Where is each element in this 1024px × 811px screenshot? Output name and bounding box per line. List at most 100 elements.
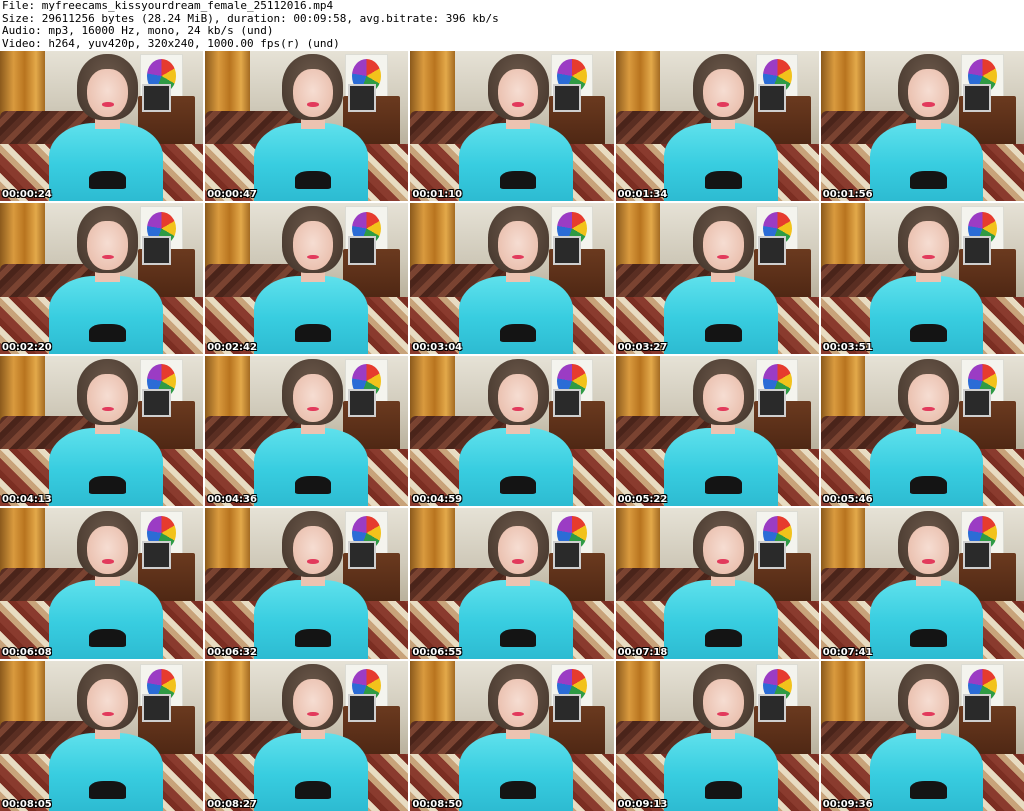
monitor-icon [757, 236, 787, 265]
thumbnail-timestamp: 00:08:05 [2, 798, 52, 810]
video-thumbnail: 00:01:56 [820, 51, 1024, 202]
video-thumbnail: 00:03:04 [410, 203, 614, 354]
thumbnail-timestamp: 00:03:51 [822, 341, 873, 353]
monitor-icon [757, 541, 787, 570]
monitor-icon [552, 84, 582, 113]
thumbnail-timestamp: 00:09:13 [617, 798, 668, 810]
thumbnail-image [0, 355, 204, 507]
monitor-icon [552, 541, 582, 570]
thumbnail-image [410, 660, 614, 811]
thumbnail-image [820, 508, 1024, 659]
video-thumbnail: 00:01:10 [410, 51, 614, 202]
thumbnail-timestamp: 00:08:50 [412, 798, 463, 810]
thumbnail-timestamp: 00:07:18 [617, 646, 668, 658]
thumbnail-image [615, 51, 819, 202]
monitor-icon [347, 84, 376, 113]
video-info-header: File: myfreecams_kissyourdream_female_25… [2, 0, 1022, 50]
video-thumbnail: 00:04:13 [0, 355, 204, 507]
thumbnail-timestamp: 00:04:13 [2, 494, 52, 506]
thumbnail-timestamp: 00:01:34 [617, 189, 668, 201]
video-thumbnail: 00:08:05 [0, 660, 204, 811]
thumbnail-image [205, 51, 409, 202]
video-thumbnail: 00:05:22 [615, 355, 819, 507]
thumbnail-image [820, 660, 1024, 811]
thumbnail-image [0, 203, 204, 354]
monitor-icon [963, 693, 992, 722]
monitor-icon [142, 693, 171, 722]
thumbnail-image [615, 355, 819, 507]
thumbnail-image [615, 660, 819, 811]
monitor-icon [552, 693, 582, 722]
monitor-icon [552, 388, 582, 417]
thumbnail-timestamp: 00:08:27 [207, 798, 257, 810]
thumbnail-timestamp: 00:06:32 [207, 646, 257, 658]
monitor-icon [347, 541, 376, 570]
video-thumbnail: 00:07:41 [820, 508, 1024, 659]
thumbnail-timestamp: 00:00:47 [207, 189, 257, 201]
video-thumbnail: 00:09:13 [615, 660, 819, 811]
thumbnail-image [0, 51, 204, 202]
monitor-icon [963, 388, 992, 417]
monitor-icon [757, 693, 787, 722]
thumbnail-image [410, 355, 614, 507]
thumbnail-image [615, 508, 819, 659]
monitor-icon [963, 541, 992, 570]
thumbnail-timestamp: 00:04:59 [412, 494, 463, 506]
thumbnail-timestamp: 00:06:55 [412, 646, 463, 658]
thumbnail-image [410, 508, 614, 659]
thumbnail-timestamp: 00:03:04 [412, 341, 463, 353]
thumbnail-image [820, 355, 1024, 507]
video-thumbnail: 00:00:24 [0, 51, 204, 202]
thumbnail-image [0, 508, 204, 659]
thumbnail-timestamp: 00:02:42 [207, 341, 257, 353]
thumbnail-image [0, 660, 204, 811]
audio-info-line: Audio: mp3, 16000 Hz, mono, 24 kb/s (und… [2, 24, 274, 37]
monitor-icon [142, 541, 171, 570]
video-thumbnail: 00:05:46 [820, 355, 1024, 507]
thumbnail-image [820, 203, 1024, 354]
video-thumbnail: 00:01:34 [615, 51, 819, 202]
thumbnail-image [205, 508, 409, 659]
thumbnail-image [205, 660, 409, 811]
thumbnail-timestamp: 00:01:10 [412, 189, 463, 201]
video-thumbnail: 00:00:47 [205, 51, 409, 202]
thumbnail-grid: 00:00:24 00:00:47 00:01:10 00:01:34 00:01:56… [0, 51, 1024, 811]
video-thumbnail: 00:07:18 [615, 508, 819, 659]
thumbnail-image [205, 203, 409, 354]
thumbnail-image [205, 355, 409, 507]
thumbnail-timestamp: 00:05:22 [617, 494, 668, 506]
monitor-icon [757, 84, 787, 113]
monitor-icon [757, 388, 787, 417]
thumbnail-image [820, 51, 1024, 202]
file-name-line: File: myfreecams_kissyourdream_female_25… [2, 0, 334, 12]
video-thumbnail: 00:08:50 [410, 660, 614, 811]
video-thumbnail: 00:02:20 [0, 203, 204, 354]
video-thumbnail: 00:08:27 [205, 660, 409, 811]
thumbnail-timestamp: 00:07:41 [822, 646, 873, 658]
thumbnail-timestamp: 00:03:27 [617, 341, 668, 353]
thumbnail-timestamp: 00:00:24 [2, 189, 52, 201]
thumbnail-image [410, 203, 614, 354]
video-thumbnail: 00:06:55 [410, 508, 614, 659]
video-thumbnail: 00:04:59 [410, 355, 614, 507]
video-thumbnail: 00:06:08 [0, 508, 204, 659]
thumbnail-timestamp: 00:01:56 [822, 189, 873, 201]
video-thumbnail: 00:03:51 [820, 203, 1024, 354]
thumbnail-timestamp: 00:06:08 [2, 646, 52, 658]
thumbnail-image [410, 51, 614, 202]
monitor-icon [963, 84, 992, 113]
thumbnail-timestamp: 00:09:36 [822, 798, 873, 810]
monitor-icon [142, 84, 171, 113]
thumbnail-timestamp: 00:02:20 [2, 341, 52, 353]
video-thumbnail: 00:06:32 [205, 508, 409, 659]
video-thumbnail: 00:03:27 [615, 203, 819, 354]
video-thumbnail: 00:09:36 [820, 660, 1024, 811]
video-thumbnail: 00:04:36 [205, 355, 409, 507]
monitor-icon [142, 388, 171, 417]
thumbnail-timestamp: 00:05:46 [822, 494, 873, 506]
monitor-icon [142, 236, 171, 265]
video-thumbnail: 00:02:42 [205, 203, 409, 354]
monitor-icon [347, 693, 376, 722]
monitor-icon [347, 388, 376, 417]
thumbnail-timestamp: 00:04:36 [207, 494, 257, 506]
